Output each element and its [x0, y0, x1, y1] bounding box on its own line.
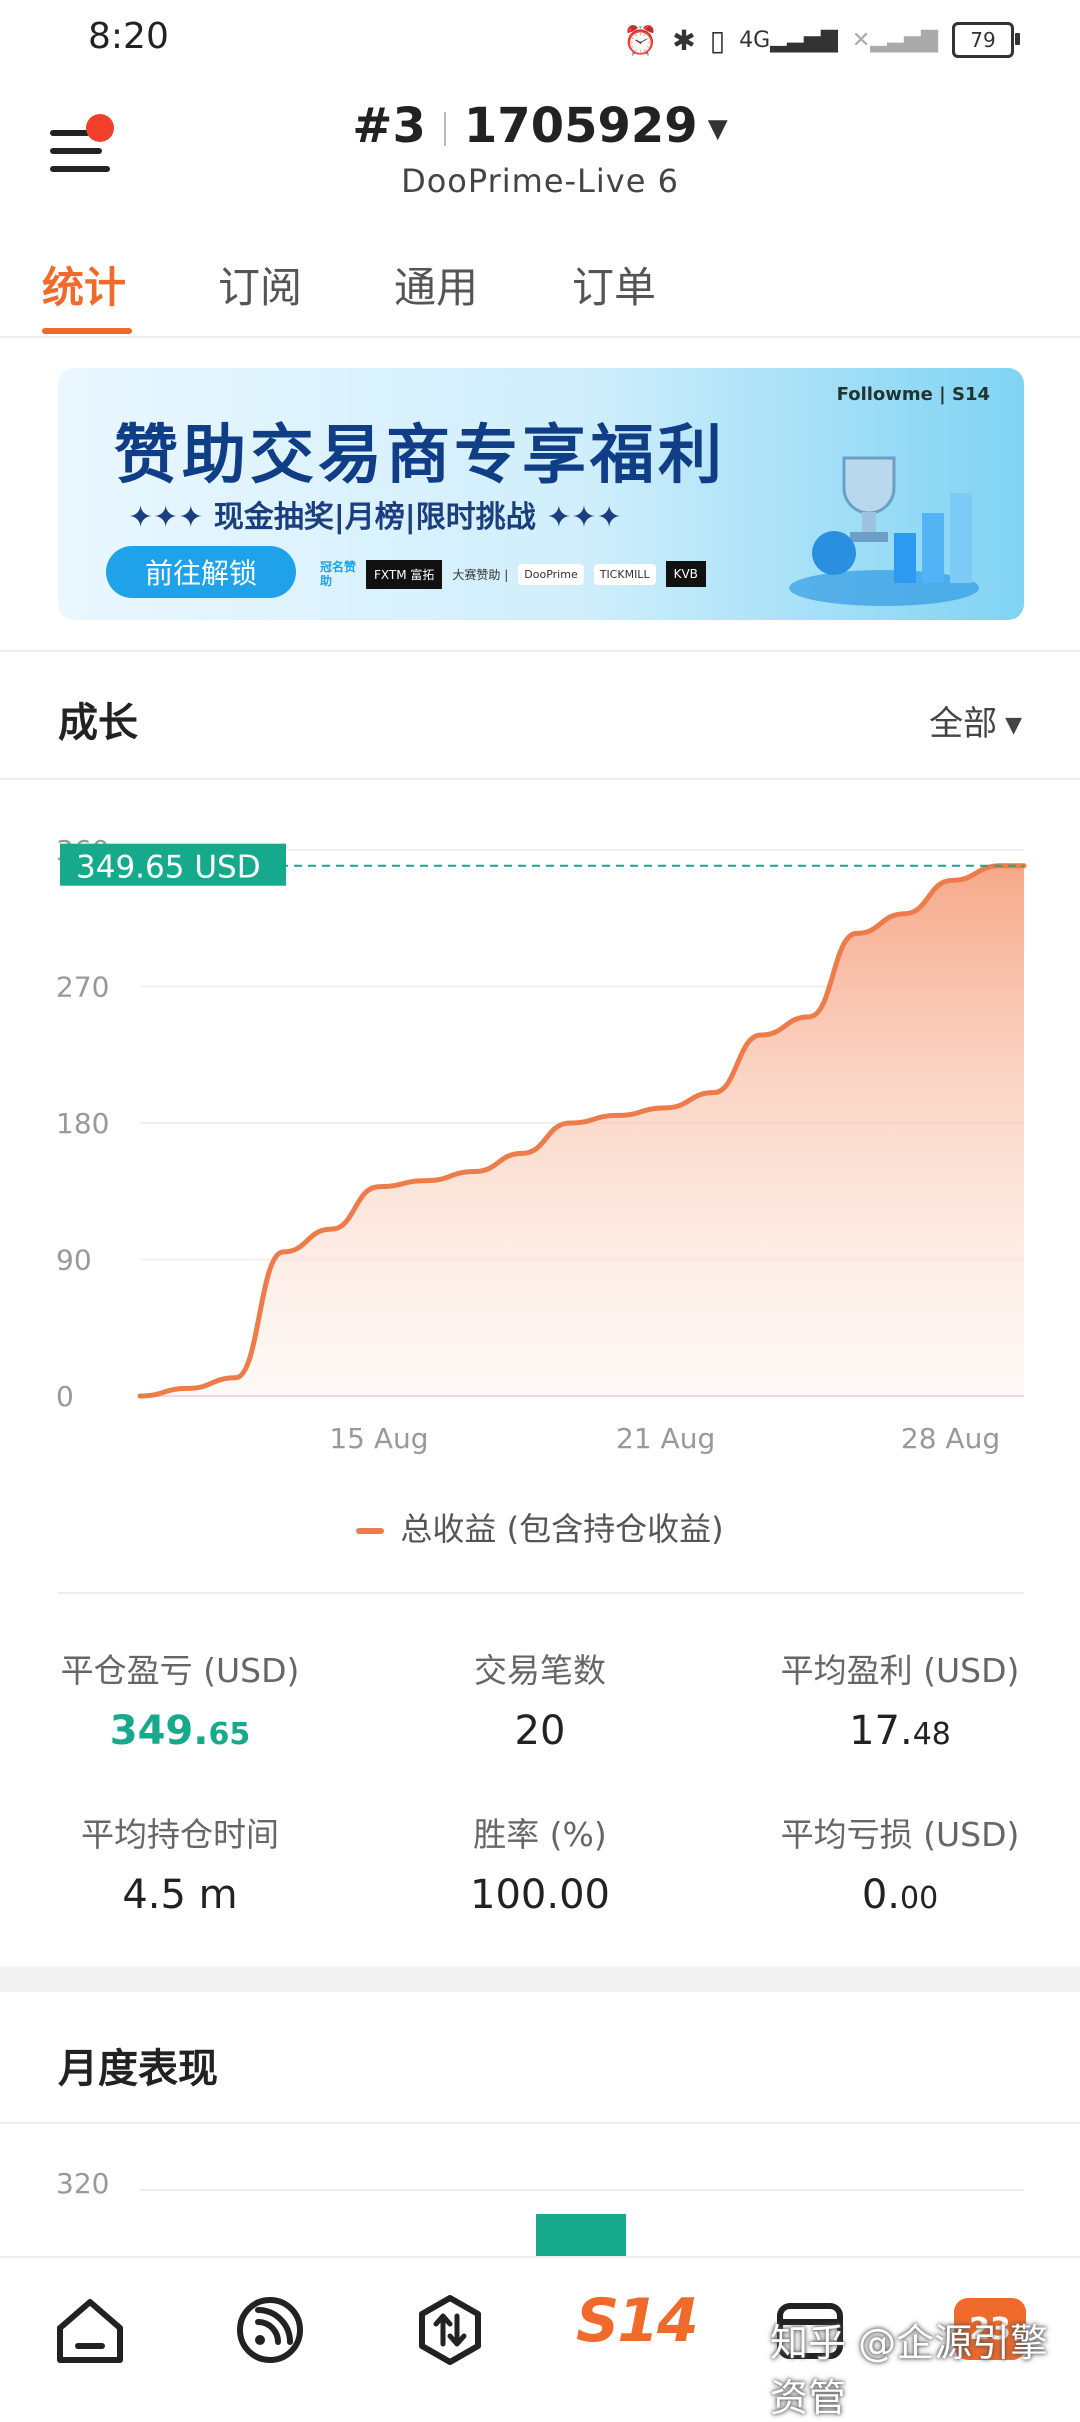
stat-value-main: 0.	[861, 1872, 900, 1918]
stat-label-avg-loss: 平均亏损 (USD)	[780, 1815, 1020, 1854]
legend-label: 总收益 (包含持仓收益)	[400, 1510, 724, 1548]
monthly-chart: 320	[56, 2167, 1024, 2260]
stat-label-avg-profit: 平均盈利 (USD)	[780, 1651, 1020, 1690]
growth-title: 成长	[58, 700, 138, 746]
period-filter-label: 全部	[929, 704, 998, 744]
vibrate-icon: ▯	[709, 23, 726, 57]
monthly-y-tick: 320	[56, 2167, 109, 2200]
sponsor-label: 冠名赞助	[320, 560, 357, 588]
stat-value-main: 100.00	[470, 1872, 610, 1918]
account-selector[interactable]: #3 1705929 ▼	[0, 98, 1080, 154]
banner-brand: Followme | S14	[836, 384, 990, 405]
feed-icon[interactable]	[230, 2290, 310, 2370]
banner-subtitle: ✦✦✦ 现金抽奖|月榜|限时挑战 ✦✦✦	[128, 500, 622, 535]
s14-icon[interactable]: S14	[576, 2286, 699, 2356]
x-tick-label: 15 Aug	[329, 1422, 428, 1455]
stat-value-win-rate: 100.00	[370, 1872, 710, 1918]
sponsor-row: 冠名赞助 FXTM 富拓 大赛赞助 | DooPrime TICKMILL KV…	[320, 554, 706, 594]
watermark: 知乎 @企源引擎资管	[770, 2321, 1049, 2420]
promo-banner[interactable]: Followme | S14 赞助交易商专享福利 ✦✦✦ 现金抽奖|月榜|限时挑…	[58, 368, 1024, 620]
monthly-bar	[536, 2214, 626, 2260]
legend-swatch	[356, 1528, 385, 1534]
chart-area-fill	[140, 865, 1024, 1396]
stat-label-trades: 交易笔数	[474, 1651, 606, 1690]
sponsor-kvb: KVB	[665, 561, 706, 587]
caret-down-icon: ▼	[1005, 713, 1022, 738]
x-tick-label: 21 Aug	[616, 1422, 715, 1455]
tab-orders[interactable]: 订单	[572, 254, 656, 315]
stat-value-avg-loss: 0.00	[730, 1872, 1070, 1918]
stat-value-decimals: 65	[208, 1717, 251, 1752]
active-tab-indicator	[42, 328, 132, 334]
divider	[0, 2122, 1080, 2124]
stat-value-avg-hold: 4.5 m	[10, 1872, 350, 1918]
tab-subscribe[interactable]: 订阅	[218, 254, 302, 315]
stat-value-main: 349.	[109, 1708, 209, 1754]
stat-value-closed-pnl: 349.65	[10, 1708, 350, 1754]
battery-icon: 79	[952, 22, 1020, 58]
signal-no-sim-icon: ✕▂▃▅▇	[851, 27, 938, 53]
section-divider	[0, 1966, 1080, 1992]
y-tick-label: 180	[56, 1107, 109, 1140]
sponsor-label-2: 大赛赞助 |	[452, 567, 509, 582]
y-tick-label: 270	[56, 971, 109, 1004]
divider	[58, 1592, 1024, 1594]
home-icon[interactable]	[50, 2290, 130, 2370]
stat-value-avg-profit: 17.48	[730, 1708, 1070, 1754]
sponsor-dooprime: DooPrime	[518, 563, 584, 585]
signal-4g-icon: 4G▂▃▅▇	[739, 27, 838, 53]
growth-chart: 09018027036015 Aug21 Aug28 Aug349.65 USD	[56, 834, 1027, 1455]
stat-label-win-rate: 胜率 (%)	[473, 1815, 607, 1854]
alarm-icon: ⏰	[623, 23, 659, 57]
monthly-title: 月度表现	[58, 2046, 218, 2092]
stat-value-main: 17.	[849, 1708, 913, 1754]
caret-down-icon: ▼	[707, 114, 728, 144]
divider	[0, 778, 1080, 780]
battery-level: 79	[970, 28, 996, 52]
unlock-button[interactable]: 前往解锁	[106, 546, 296, 598]
stat-value-decimals: 00	[899, 1881, 939, 1916]
y-tick-label: 0	[56, 1380, 74, 1413]
stat-label-closed-pnl: 平仓盈亏 (USD)	[60, 1651, 300, 1690]
sponsor-tickmill: TICKMILL	[593, 563, 656, 585]
divider	[0, 650, 1080, 652]
period-filter[interactable]: 全部 ▼	[929, 696, 1022, 745]
status-bar: 8:20 ⏰ ✱ ▯ 4G▂▃▅▇ ✕▂▃▅▇ 79	[0, 0, 1080, 80]
trophy-icon	[789, 456, 979, 606]
chart-legend: 总收益 (包含持仓收益)	[0, 1504, 1080, 1550]
server-name: DooPrime-Live 6	[401, 162, 679, 200]
bluetooth-icon: ✱	[672, 23, 696, 57]
stat-value-decimals: 48	[912, 1717, 951, 1752]
status-time: 8:20	[88, 16, 169, 57]
y-tick-label: 90	[56, 1244, 92, 1277]
stat-value-main: 20	[514, 1708, 566, 1754]
stat-value-trades: 20	[370, 1708, 710, 1754]
sponsor-fxtm: FXTM 富拓	[366, 559, 443, 589]
tab-general[interactable]: 通用	[394, 254, 478, 315]
banner-title: 赞助交易商专享福利	[114, 419, 726, 493]
stat-label-avg-hold: 平均持仓时间	[81, 1815, 279, 1854]
trade-icon[interactable]	[410, 2290, 490, 2370]
account-id: 1705929	[463, 98, 698, 154]
x-tick-label: 28 Aug	[901, 1422, 1000, 1455]
account-number: #3	[352, 98, 426, 154]
tab-statistics[interactable]: 统计	[42, 254, 126, 315]
stat-value-main: 4.5 m	[122, 1872, 238, 1918]
status-icons: ⏰ ✱ ▯ 4G▂▃▅▇ ✕▂▃▅▇ 79	[623, 20, 1020, 60]
tab-bar: 统计 订阅 通用 订单	[0, 240, 1080, 338]
current-value-label: 349.65 USD	[76, 850, 261, 886]
